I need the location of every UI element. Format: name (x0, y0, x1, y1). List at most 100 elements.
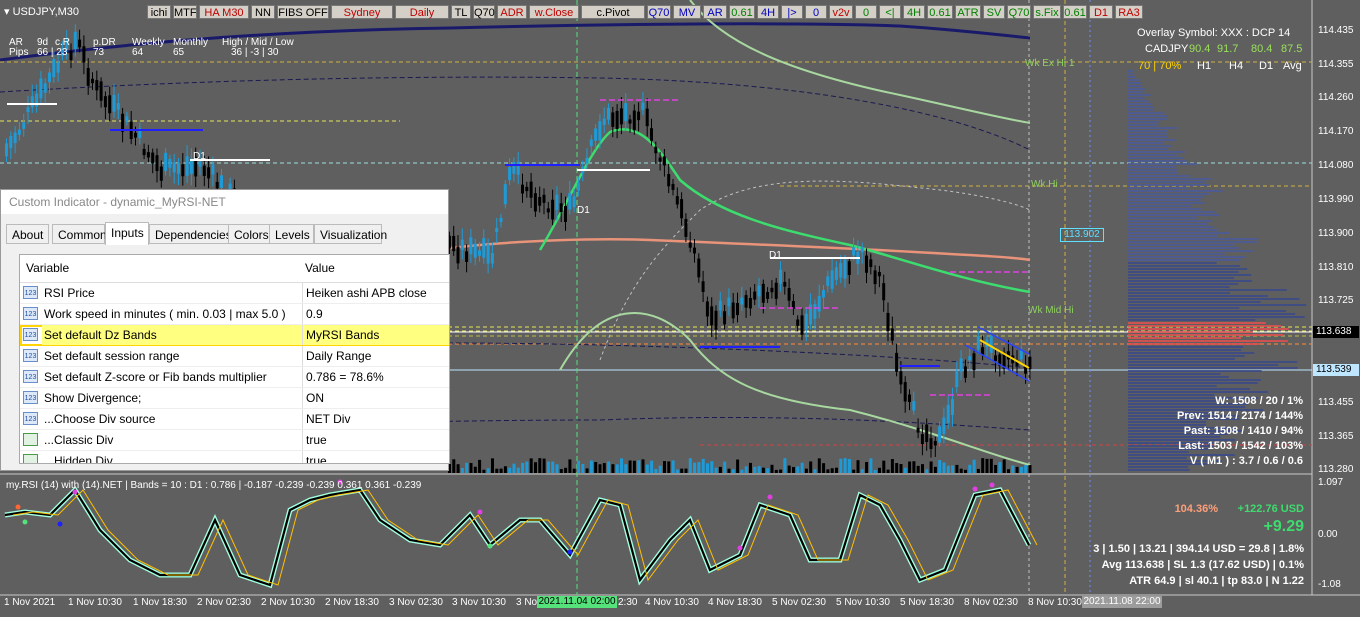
tab-visualization[interactable]: Visualization (314, 224, 387, 244)
input-row[interactable]: bool ...Hidden Div true (20, 451, 449, 463)
input-value[interactable]: true (302, 430, 449, 450)
toolbar-btn-12[interactable]: Q70 (647, 5, 671, 19)
toolbar-btn-30[interactable]: RA3 (1115, 5, 1143, 19)
volume-bar (706, 463, 709, 473)
toolbar-btn-19[interactable]: v2v (829, 5, 853, 19)
input-value[interactable]: ON (302, 388, 449, 408)
toolbar-btn-7[interactable]: TL (451, 5, 471, 19)
toolbar-btn-4[interactable]: FIBS OFF (277, 5, 329, 19)
tab-common[interactable]: Common (52, 224, 107, 244)
volume-bar (878, 467, 881, 473)
candle-body (994, 355, 997, 362)
toolbar-btn-9[interactable]: ADR (497, 5, 527, 19)
volume-bar (843, 458, 847, 473)
toolbar-btn-22[interactable]: 4H (903, 5, 925, 19)
volume-bar (839, 458, 843, 473)
toolbar-btn-15[interactable]: 0.61 (729, 5, 755, 19)
pl-usd: +122.76 USD (1237, 503, 1304, 515)
toolbar-btn-27[interactable]: s.Fix (1033, 5, 1061, 19)
volume-bar (594, 462, 598, 473)
input-value[interactable]: 0.786 = 78.6% (302, 367, 449, 387)
number-type-icon: 123 (23, 328, 38, 341)
toolbar-btn-24[interactable]: ATR (955, 5, 981, 19)
toolbar-btn-25[interactable]: SV (983, 5, 1005, 19)
volume-bar (903, 467, 907, 473)
candle-body (697, 258, 701, 278)
toolbar-btn-13[interactable]: MV (673, 5, 701, 19)
symbol-title: ▾ USDJPY,M30 (4, 6, 80, 18)
toolbar-btn-6[interactable]: Daily (395, 5, 449, 19)
tab-about[interactable]: About (6, 224, 49, 244)
volume-bar (663, 461, 666, 473)
input-row[interactable]: 123 Set default Z-score or Fib bands mult… (20, 367, 449, 388)
price-tick: 113.990 (1318, 194, 1354, 205)
input-value[interactable]: Daily Range (302, 346, 449, 366)
volume-profile-bar (1128, 223, 1208, 225)
volume-profile-bar (1128, 91, 1143, 93)
tab-dependencies[interactable]: Dependencies (149, 224, 232, 244)
volume-bar (671, 460, 675, 473)
toolbar-btn-3[interactable]: NN (251, 5, 275, 19)
volume-profile-bar (1128, 277, 1235, 279)
input-row[interactable]: 123 Show Divergence; ON (20, 388, 449, 409)
toolbar-btn-8[interactable]: Q70 (473, 5, 495, 19)
candle-body (482, 238, 486, 258)
candle-body (159, 166, 163, 181)
info-pips-hml: 36 | -3 | 30 (231, 47, 279, 58)
volume-bar (813, 469, 817, 473)
input-row[interactable]: bool ...Classic Div true (20, 430, 449, 451)
input-row[interactable]: 123 Set default session range Daily Range (20, 346, 449, 367)
candle-body (766, 292, 770, 299)
input-value[interactable]: true (302, 451, 449, 463)
toolbar-btn-16[interactable]: 4H (757, 5, 779, 19)
chart-menu-icon[interactable]: ▾ (4, 6, 10, 18)
input-value[interactable]: Heiken ashi APB close (302, 283, 449, 303)
candle-body (594, 128, 598, 141)
toolbar-btn-20[interactable]: 0 (855, 5, 877, 19)
input-row[interactable]: 123 ...Choose Div source NET Div (20, 409, 449, 430)
candle-body (198, 161, 202, 167)
candle-body (886, 312, 890, 332)
volume-bar (460, 467, 464, 473)
input-row[interactable]: 123 RSI Price Heiken ashi APB close (20, 283, 449, 304)
toolbar-btn-21[interactable]: <| (879, 5, 901, 19)
candle-body (774, 282, 778, 299)
input-row[interactable]: 123 Work speed in minutes ( min. 0.03 | m… (20, 304, 449, 325)
volume-profile-bar (1128, 271, 1239, 273)
toolbar-btn-17[interactable]: |> (781, 5, 803, 19)
toolbar-btn-26[interactable]: Q70 (1007, 5, 1031, 19)
toolbar-btn-23[interactable]: 0.61 (927, 5, 953, 19)
toolbar-btn-5[interactable]: Sydney (331, 5, 393, 19)
toolbar-btn-2[interactable]: HA M30 (199, 5, 249, 19)
volume-profile-bar (1128, 337, 1241, 339)
time-tick: 2 Nov 10:30 (261, 597, 315, 608)
volume-bar (890, 459, 894, 473)
bool-type-icon: bool (23, 454, 38, 463)
toolbar-btn-18[interactable]: 0 (805, 5, 827, 19)
toolbar-btn-28[interactable]: 0.61 (1063, 5, 1087, 19)
price-tick: 114.355 (1318, 59, 1354, 70)
volume-profile-bar (1128, 199, 1201, 201)
number-type-icon: 123 (23, 286, 38, 299)
input-row[interactable]: 123 Set default Dz Bands MyRSI Bands (20, 325, 449, 346)
toolbar-btn-10[interactable]: w.Close (529, 5, 579, 19)
tab-colors[interactable]: Colors (228, 224, 270, 244)
input-value[interactable]: 0.9 (302, 304, 449, 324)
candle-body (882, 283, 886, 301)
tab-inputs[interactable]: Inputs (105, 222, 149, 245)
toolbar-btn-11[interactable]: c.Pivot (581, 5, 645, 19)
candle-body (946, 404, 950, 423)
input-value[interactable]: MyRSI Bands (302, 325, 449, 345)
volume-bar (602, 463, 606, 473)
candle-body (116, 103, 120, 110)
input-value[interactable]: NET Div (302, 409, 449, 429)
tab-levels[interactable]: Levels (269, 224, 314, 244)
toolbar-btn-0[interactable]: ichi (147, 5, 171, 19)
candle-body (899, 371, 903, 385)
candle-body (48, 72, 51, 83)
toolbar-btn-14[interactable]: AR (703, 5, 727, 19)
volume-profile-bar (1128, 349, 1241, 351)
toolbar-btn-1[interactable]: MTF (173, 5, 197, 19)
volume-profile-bar (1128, 175, 1191, 177)
toolbar-btn-29[interactable]: D1 (1089, 5, 1113, 19)
